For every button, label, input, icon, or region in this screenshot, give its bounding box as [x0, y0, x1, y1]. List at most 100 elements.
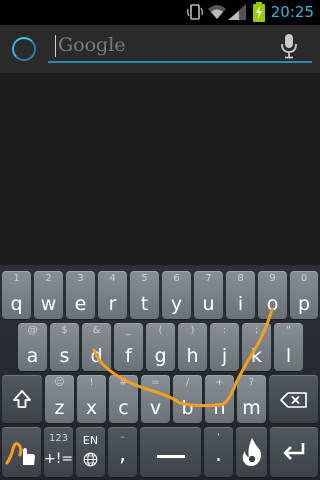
- key-x[interactable]: ! x: [77, 375, 106, 423]
- key-label: w: [40, 293, 57, 315]
- key-e[interactable]: 3e: [66, 271, 95, 319]
- key-r[interactable]: 4r: [98, 271, 127, 319]
- language-key[interactable]: EN: [76, 427, 105, 477]
- key-alt: 3: [77, 273, 84, 284]
- comma-key[interactable]: - ,: [108, 427, 137, 477]
- key-label: s: [59, 345, 70, 367]
- swype-key[interactable]: [2, 427, 41, 477]
- key-label: u: [202, 293, 215, 315]
- search-input[interactable]: [58, 31, 268, 59]
- key-alt: /: [185, 377, 190, 388]
- key-label: y: [170, 293, 183, 315]
- key-label: c: [118, 397, 129, 419]
- shift-key[interactable]: [2, 375, 42, 423]
- backspace-key[interactable]: [269, 375, 318, 423]
- key-alt: ☺: [54, 377, 65, 388]
- key-alt: 9: [269, 273, 276, 284]
- key-label: m: [242, 397, 261, 419]
- key-d[interactable]: & d: [82, 323, 111, 371]
- key-b[interactable]: / b: [173, 375, 202, 423]
- key-alt: ;: [254, 325, 259, 336]
- loading-spinner-icon: [12, 37, 36, 61]
- key-m[interactable]: ? m: [237, 375, 266, 423]
- key-alt: $: [61, 325, 68, 336]
- key-c[interactable]: # c: [109, 375, 138, 423]
- key-u[interactable]: 7u: [194, 271, 223, 319]
- key-label: v: [149, 397, 162, 419]
- key-label: x: [85, 397, 98, 419]
- key-alt: #: [119, 377, 128, 388]
- key-o[interactable]: 9o: [258, 271, 287, 319]
- voice-key[interactable]: [236, 427, 267, 477]
- screen-rotate-icon: [186, 3, 204, 25]
- key-label: o: [266, 293, 279, 315]
- signal-icon: [227, 3, 247, 25]
- status-clock: 20:25: [270, 3, 314, 21]
- key-k[interactable]: ; k: [242, 323, 271, 371]
- key-v[interactable]: = v: [141, 375, 170, 423]
- globe-icon: [83, 452, 98, 471]
- key-w[interactable]: 2w: [34, 271, 63, 319]
- battery-charging-icon: [252, 2, 266, 26]
- key-alt: 2: [45, 273, 52, 284]
- key-label: z: [54, 397, 65, 419]
- key-label: j: [221, 345, 228, 367]
- key-alt: 1: [13, 273, 20, 284]
- keyboard: 1q 2w 3e 4r 5t 6y 7u 8i 9o 0p @ a $ s & d _…: [0, 265, 320, 480]
- key-label: p: [297, 293, 311, 315]
- key-j[interactable]: :j: [210, 323, 239, 371]
- key-label: e: [74, 293, 87, 315]
- key-alt: +: [215, 377, 224, 388]
- numbers-key-bottom: +!=: [44, 451, 74, 467]
- wifi-icon: [207, 4, 227, 24]
- key-l[interactable]: " l: [274, 323, 303, 371]
- backspace-icon: [280, 392, 307, 412]
- enter-icon: [282, 442, 306, 466]
- mic-icon[interactable]: [280, 33, 298, 59]
- enter-key[interactable]: [270, 427, 318, 477]
- key-s[interactable]: $ s: [50, 323, 79, 371]
- key-i[interactable]: 8i: [226, 271, 255, 319]
- key-label: t: [140, 293, 149, 315]
- key-label: i: [237, 293, 244, 315]
- key-alt: @: [27, 325, 38, 336]
- period-key[interactable]: ' .: [204, 427, 233, 477]
- key-n[interactable]: + n: [205, 375, 234, 423]
- key-alt: (: [158, 325, 163, 336]
- key-alt: ": [286, 325, 291, 336]
- shift-icon: [12, 389, 32, 413]
- key-alt: 7: [205, 273, 212, 284]
- key-z[interactable]: ☺ z: [45, 375, 74, 423]
- key-q[interactable]: 1q: [2, 271, 31, 319]
- key-label: b: [181, 397, 194, 419]
- key-label: q: [10, 293, 23, 315]
- key-h[interactable]: ) h: [178, 323, 207, 371]
- key-alt: 4: [109, 273, 116, 284]
- key-f[interactable]: _ f: [114, 323, 143, 371]
- period-key-label: .: [215, 442, 222, 467]
- key-label: k: [250, 345, 262, 367]
- screen: 20:25 1q 2w 3e 4r 5t 6y 7u 8i: [0, 0, 320, 480]
- key-label: l: [285, 345, 292, 367]
- key-g[interactable]: (g: [146, 323, 175, 371]
- key-alt: =: [151, 377, 160, 388]
- key-alt: 6: [173, 273, 180, 284]
- numbers-key[interactable]: 123 +!=: [44, 427, 73, 477]
- key-alt: &: [92, 325, 101, 336]
- status-bar: 20:25: [0, 0, 320, 25]
- key-alt: :: [222, 325, 227, 336]
- key-a[interactable]: @ a: [18, 323, 47, 371]
- language-label: EN: [82, 434, 99, 447]
- key-label: d: [90, 345, 103, 367]
- key-p[interactable]: 0p: [290, 271, 318, 319]
- space-key[interactable]: [140, 427, 201, 477]
- key-label: h: [186, 345, 199, 367]
- key-y[interactable]: 6y: [162, 271, 191, 319]
- dragon-voice-icon: [241, 437, 263, 471]
- key-alt: 5: [141, 273, 148, 284]
- key-t[interactable]: 5t: [130, 271, 159, 319]
- search-field[interactable]: [48, 31, 312, 63]
- key-label: r: [108, 293, 117, 315]
- swype-icon: [5, 439, 39, 471]
- key-alt: 8: [237, 273, 244, 284]
